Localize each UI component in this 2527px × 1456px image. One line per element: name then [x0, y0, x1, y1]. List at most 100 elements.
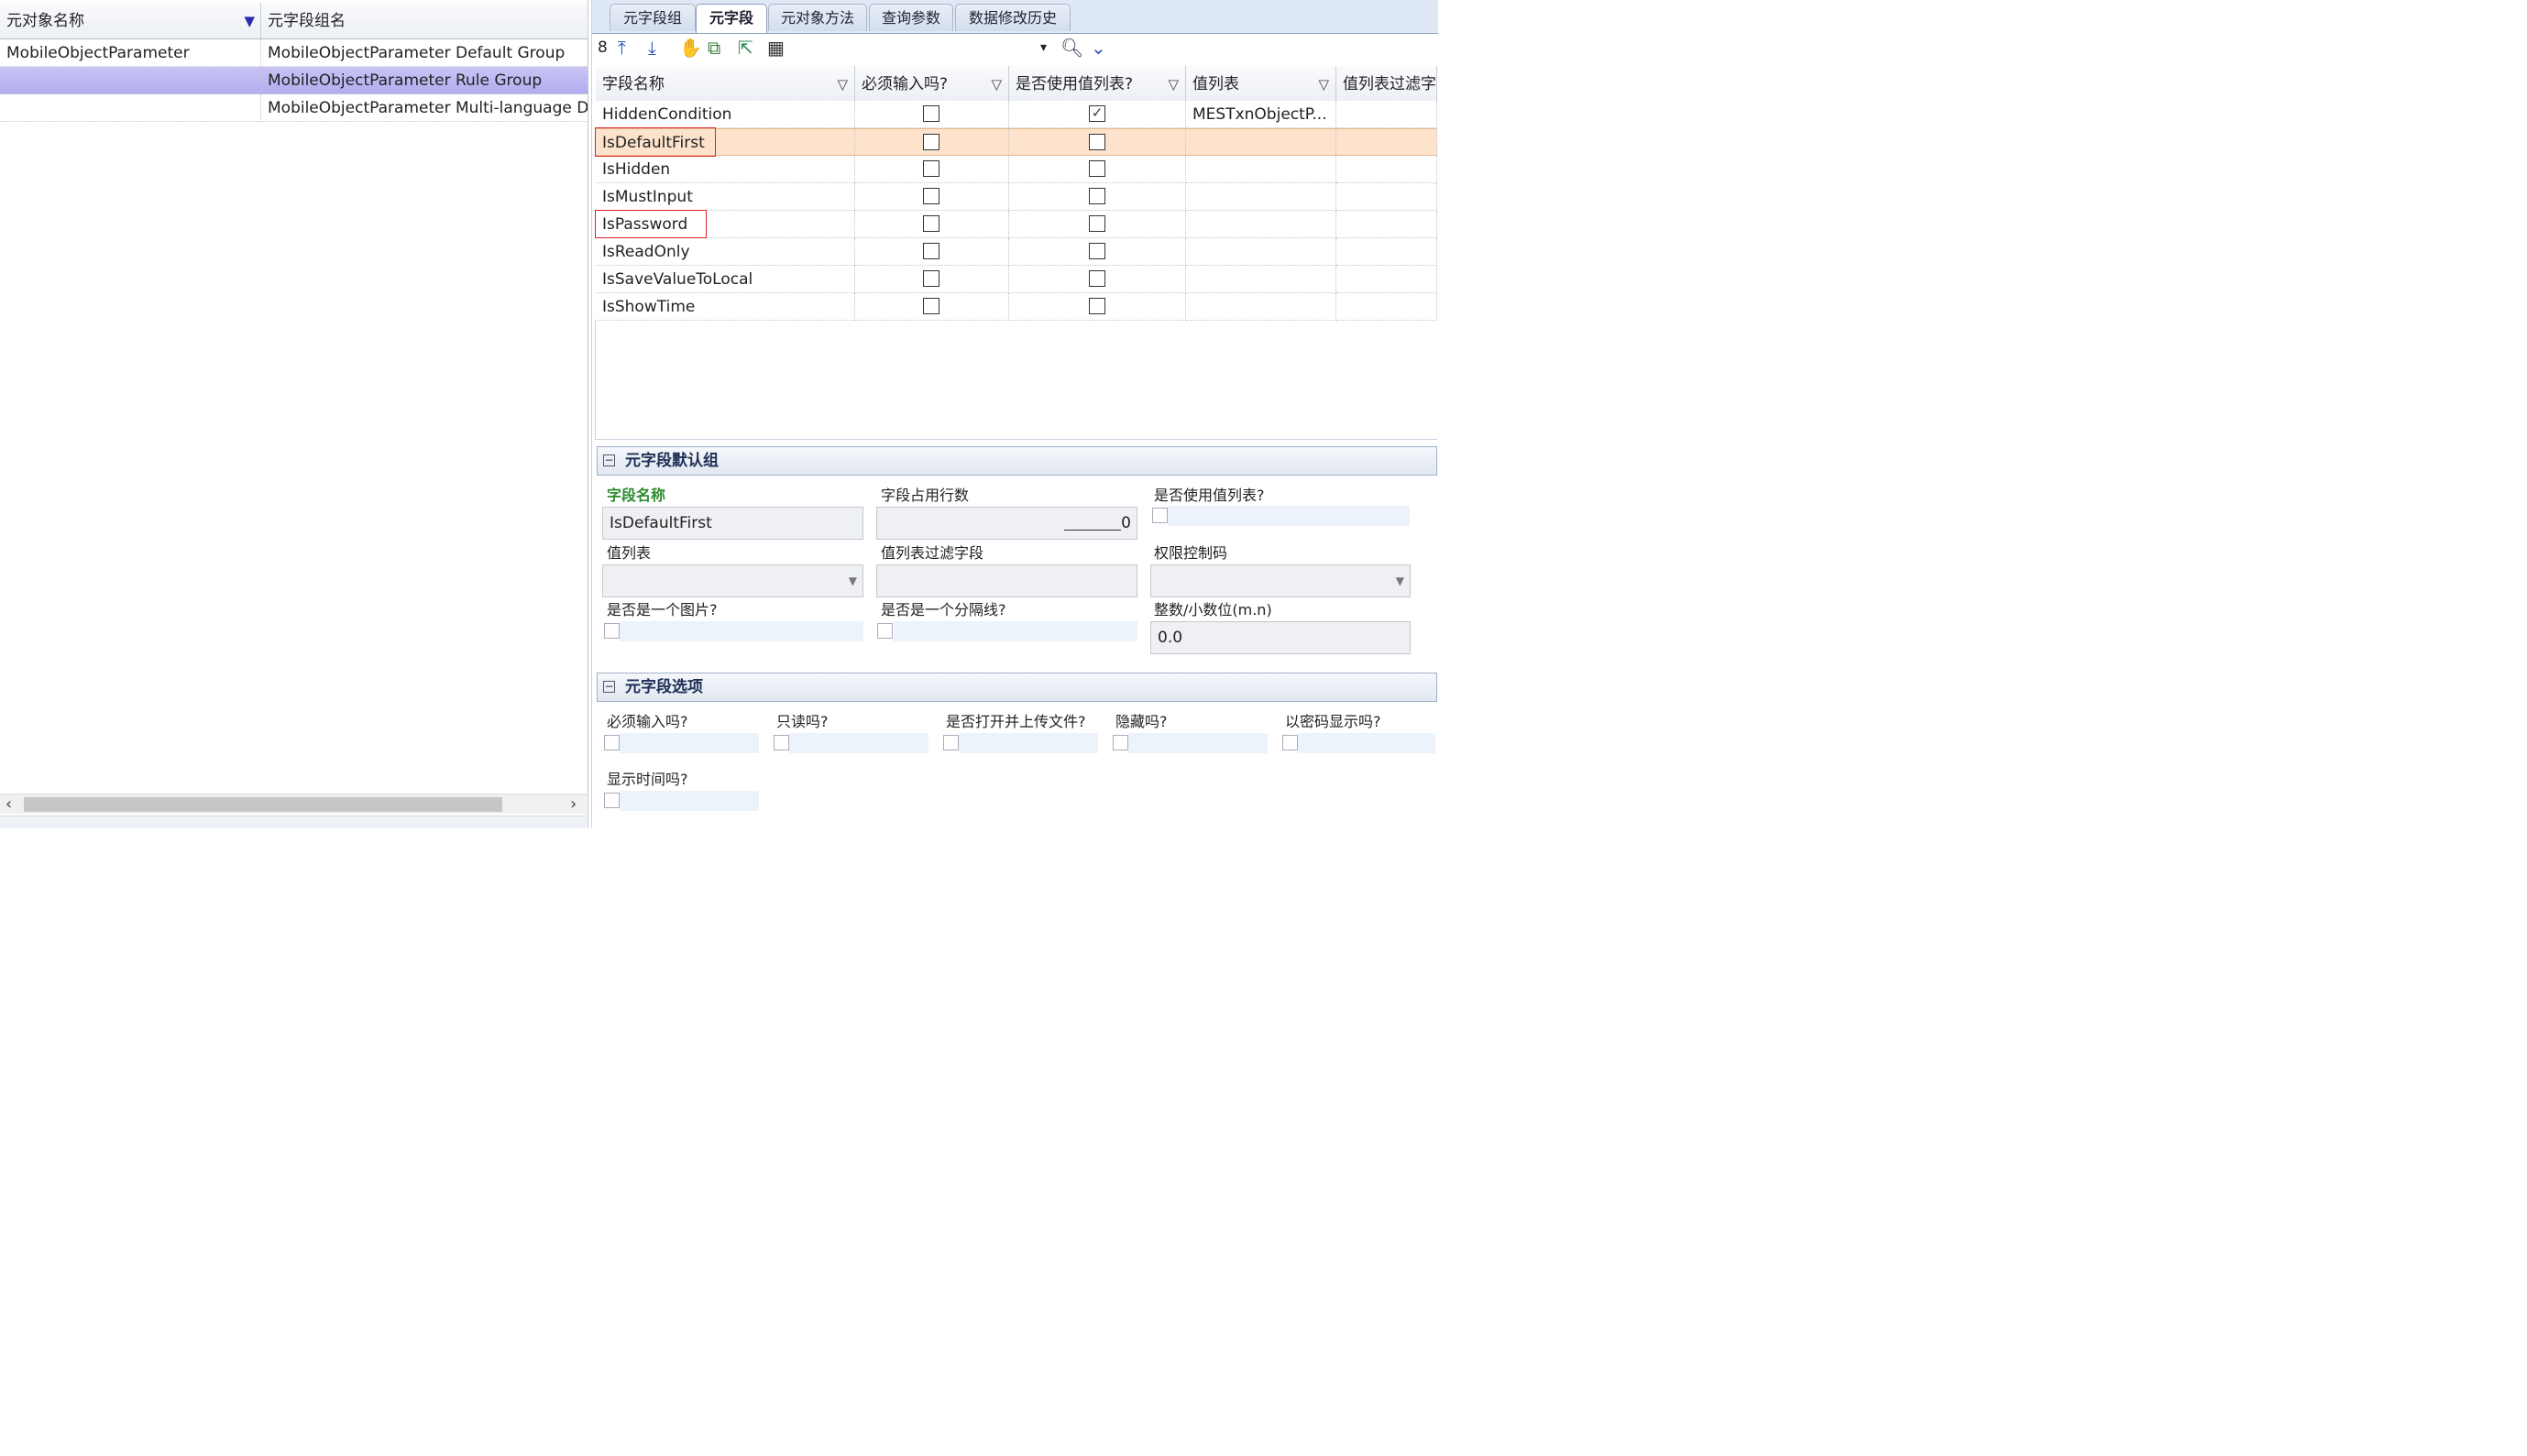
use-list-checkbox[interactable] — [1089, 160, 1105, 177]
use-list-checkbox[interactable] — [1089, 243, 1105, 259]
grid-cell-list-filter[interactable] — [1336, 266, 1437, 293]
filter-active-icon[interactable]: ▼ — [244, 3, 255, 38]
grid-cell-required[interactable] — [855, 238, 1009, 266]
opt-readonly-checkbox[interactable] — [774, 735, 789, 750]
grid-cell-list-filter[interactable] — [1336, 293, 1437, 321]
opt-password-checkbox[interactable] — [1282, 735, 1298, 750]
grid-cell-list[interactable]: MESTxnObjectP... — [1186, 101, 1336, 128]
list-select[interactable]: ▼ — [602, 564, 863, 597]
scroll-right-icon[interactable]: › — [570, 794, 577, 815]
filter-icon[interactable]: ▽ — [1318, 66, 1329, 102]
grid-cell-field-name[interactable]: IsShowTime — [596, 293, 855, 321]
grid-cell-use-list[interactable] — [1009, 293, 1186, 321]
grid-cell-use-list[interactable] — [1009, 156, 1186, 183]
options-group-header[interactable]: − 元字段选项 — [597, 673, 1437, 702]
grid-cell-required[interactable] — [855, 266, 1009, 293]
field-name-input[interactable]: IsDefaultFirst — [602, 507, 863, 540]
grid-cell-use-list[interactable] — [1009, 266, 1186, 293]
grid-cell-list-filter[interactable] — [1336, 156, 1437, 183]
use-list-checkbox[interactable] — [1089, 188, 1105, 204]
scroll-left-icon[interactable]: ‹ — [5, 794, 12, 815]
grid-cell-use-list[interactable]: ✓ — [1009, 101, 1186, 128]
grid-cell-field-name[interactable]: IsHidden — [596, 156, 855, 183]
required-checkbox[interactable] — [923, 134, 939, 150]
grid-cell-list[interactable] — [1186, 293, 1336, 321]
use-list-checkbox[interactable] — [1089, 215, 1105, 232]
required-checkbox[interactable] — [923, 215, 939, 232]
filter-icon[interactable]: ▽ — [1168, 66, 1179, 102]
grid-cell-required[interactable] — [855, 183, 1009, 211]
grid-cell-use-list[interactable] — [1009, 238, 1186, 266]
decimal-input[interactable]: 0.0 — [1150, 621, 1411, 654]
use-list-checkbox[interactable] — [1089, 134, 1105, 150]
table-row-group-cell[interactable]: MobileObjectParameter Default Group — [261, 39, 588, 67]
required-checkbox[interactable] — [923, 188, 939, 204]
opt-upload-checkbox[interactable] — [943, 735, 959, 750]
table-row-group-cell-selected[interactable]: MobileObjectParameter Rule Group — [261, 67, 588, 94]
grid-cell-required[interactable] — [855, 101, 1009, 128]
use-list-checkbox[interactable] — [1089, 298, 1105, 314]
table-row-object-cell[interactable] — [0, 94, 261, 122]
grid-cell-required[interactable] — [855, 128, 1009, 156]
dropdown-arrow-icon[interactable]: ▾ — [1040, 37, 1047, 59]
use-list-checkbox[interactable] — [1152, 508, 1168, 523]
grid-cell-field-name[interactable]: IsSaveValueToLocal — [596, 266, 855, 293]
rows-input[interactable]: 0 — [876, 507, 1137, 540]
filter-icon[interactable]: ▽ — [991, 66, 1002, 102]
search-icon[interactable]: 🔍︎ — [1060, 37, 1083, 59]
opt-hidden-checkbox[interactable] — [1113, 735, 1128, 750]
move-top-icon[interactable]: ⤒ — [618, 37, 626, 59]
grid-cell-required[interactable] — [855, 211, 1009, 238]
table-row-object-cell-selected[interactable] — [0, 67, 261, 94]
grid-cell-required[interactable] — [855, 156, 1009, 183]
col-header-object-name[interactable]: 元对象名称 ▼ — [0, 3, 261, 39]
grid-cell-required[interactable] — [855, 293, 1009, 321]
grid-cell-use-list[interactable] — [1009, 128, 1186, 156]
default-group-header[interactable]: − 元字段默认组 — [597, 446, 1437, 476]
perm-select[interactable]: ▼ — [1150, 564, 1411, 597]
grid-header-list[interactable]: 值列表 ▽ — [1186, 66, 1336, 103]
use-list-checkbox[interactable]: ✓ — [1089, 105, 1105, 122]
grid-cell-list[interactable] — [1186, 183, 1336, 211]
grid-header-required[interactable]: 必须输入吗? ▽ — [855, 66, 1009, 103]
move-bottom-icon[interactable]: ⤓ — [648, 37, 656, 59]
grid-cell-list[interactable] — [1186, 156, 1336, 183]
required-checkbox[interactable] — [923, 298, 939, 314]
list-filter-input[interactable] — [876, 564, 1137, 597]
grid-cell-list[interactable] — [1186, 128, 1336, 156]
tab-object-method[interactable]: 元对象方法 — [768, 4, 867, 31]
required-checkbox[interactable] — [923, 105, 939, 122]
scrollbar-thumb[interactable] — [24, 797, 502, 812]
tab-query-params[interactable]: 查询参数 — [869, 4, 953, 31]
required-checkbox[interactable] — [923, 270, 939, 287]
table-row-group-cell[interactable]: MobileObjectParameter Multi-language D — [261, 94, 588, 122]
columns-icon[interactable]: ▦ — [767, 37, 785, 59]
expand-icon[interactable]: ⌄ — [1091, 37, 1106, 59]
grid-header-field-name[interactable]: 字段名称 ▽ — [596, 66, 855, 103]
grid-cell-list-filter[interactable] — [1336, 183, 1437, 211]
grid-cell-list[interactable] — [1186, 211, 1336, 238]
grid-cell-field-name[interactable]: HiddenCondition — [596, 101, 855, 128]
grid-cell-field-name[interactable]: IsReadOnly — [596, 238, 855, 266]
copy-icon[interactable]: ⧉ — [708, 37, 720, 59]
export-icon[interactable]: ⇱ — [738, 37, 753, 59]
is-separator-checkbox[interactable] — [877, 623, 893, 639]
hand-icon[interactable]: ✋ — [679, 37, 702, 59]
grid-header-list-filter[interactable]: 值列表过滤字 — [1336, 66, 1437, 103]
collapse-icon[interactable]: − — [603, 454, 615, 466]
col-header-group-name[interactable]: 元字段组名 — [261, 3, 588, 39]
grid-cell-list[interactable] — [1186, 238, 1336, 266]
grid-header-use-list[interactable]: 是否使用值列表? ▽ — [1009, 66, 1186, 103]
opt-required-checkbox[interactable] — [604, 735, 620, 750]
grid-cell-use-list[interactable] — [1009, 183, 1186, 211]
tab-data-history[interactable]: 数据修改历史 — [955, 4, 1071, 31]
required-checkbox[interactable] — [923, 243, 939, 259]
grid-cell-list-filter[interactable] — [1336, 238, 1437, 266]
use-list-checkbox[interactable] — [1089, 270, 1105, 287]
filter-icon[interactable]: ▽ — [837, 66, 848, 102]
grid-cell-use-list[interactable] — [1009, 211, 1186, 238]
is-image-checkbox[interactable] — [604, 623, 620, 639]
grid-cell-list-filter[interactable] — [1336, 211, 1437, 238]
horizontal-scrollbar[interactable]: ‹ › — [0, 794, 587, 814]
tab-field-group[interactable]: 元字段组 — [610, 4, 696, 31]
